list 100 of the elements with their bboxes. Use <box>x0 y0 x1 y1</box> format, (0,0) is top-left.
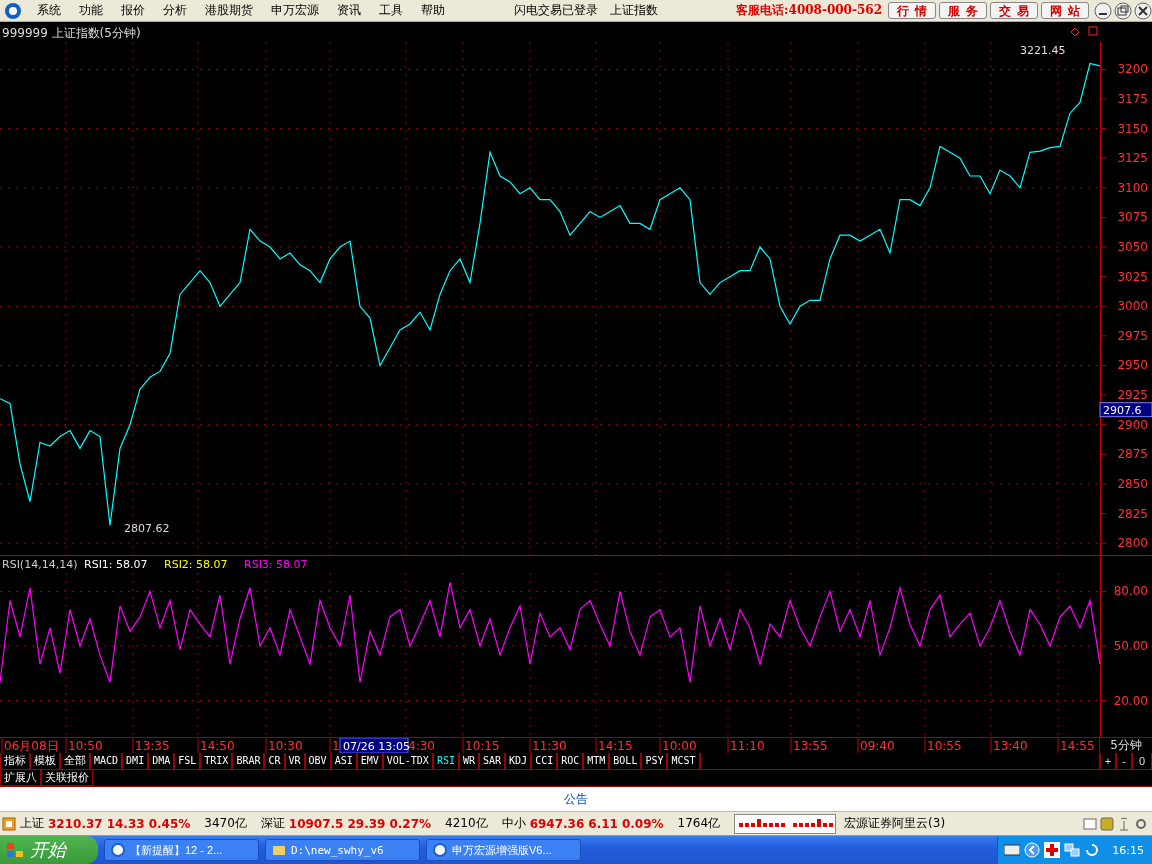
menu-item[interactable]: 帮助 <box>412 2 454 19</box>
taskbar-button[interactable]: D:\new_swhy_v6 <box>265 839 420 861</box>
indicator-tab[interactable]: TRIX <box>200 753 233 770</box>
indicator-value: RSI1: 58.07 <box>84 558 148 571</box>
y-tick-label: 3200 <box>1117 62 1148 77</box>
network-icon[interactable] <box>1064 842 1081 858</box>
indicator-tab[interactable]: 指标 <box>0 753 30 770</box>
menu-item[interactable]: 报价 <box>112 2 154 19</box>
y-tick-label: 2850 <box>1117 476 1148 491</box>
app-icon <box>433 843 447 857</box>
signal-icon[interactable] <box>1117 816 1131 831</box>
medical-cross-icon[interactable] <box>1044 842 1061 858</box>
y-tick-label: 3000 <box>1117 299 1148 314</box>
market-change: 29.39 <box>347 816 386 831</box>
indicator-tab[interactable]: FSL <box>174 753 201 770</box>
indicator-tab[interactable]: PSY <box>641 753 668 770</box>
y-tick: 3150 <box>1100 121 1148 136</box>
menu-item[interactable]: 资讯 <box>328 2 370 19</box>
indicator-tab[interactable]: BRAR <box>232 753 265 770</box>
time-label: 10:15 <box>462 738 500 753</box>
indicator-tab[interactable]: RSI <box>432 753 459 770</box>
broker-name: 宏源证券阿里云(3) <box>844 815 946 832</box>
indicator-tab[interactable]: VOL-TDX <box>382 753 433 770</box>
y-tick: 3050 <box>1100 240 1148 255</box>
y-tick-label: 80.00 <box>1113 584 1148 599</box>
time-label: 14:55 <box>1057 738 1095 753</box>
indicator-tab[interactable]: ASI <box>330 753 357 770</box>
taskbar-button[interactable]: 【新提醒】12 - 2... <box>104 839 259 861</box>
time-label: 1 <box>329 738 340 753</box>
y-tick-label: 50.00 <box>1113 639 1148 653</box>
y-tick-label: 3050 <box>1117 240 1148 255</box>
cursor-time-label: 07/26 13:05 <box>339 738 410 753</box>
menu-item[interactable]: 系统 <box>28 2 70 19</box>
zoom-button[interactable]: + <box>1100 753 1116 770</box>
indicator-tab[interactable]: MTM <box>583 753 610 770</box>
taskbar-button[interactable]: 申万宏源增强版V6... <box>426 839 581 861</box>
indicator-tab[interactable]: KDJ <box>505 753 532 770</box>
extra-tab[interactable]: 扩展八 <box>0 770 41 786</box>
y-tick-label: 3175 <box>1117 91 1148 106</box>
menu-item[interactable]: 工具 <box>370 2 412 19</box>
restore-button[interactable] <box>1114 1 1132 20</box>
indicator-tab[interactable]: 模板 <box>30 753 60 770</box>
y-tick: 2900 <box>1100 417 1148 432</box>
indicator-tab[interactable]: MACD <box>90 753 123 770</box>
y-tick-label: 3100 <box>1117 180 1148 195</box>
indicator-tab[interactable]: DMA <box>148 753 175 770</box>
y-tick: 3100 <box>1100 180 1148 195</box>
y-tick: 2875 <box>1100 447 1148 462</box>
extra-tab[interactable]: 关联报价 <box>41 770 93 786</box>
market-volume: 4210亿 <box>445 815 488 832</box>
menu-item[interactable]: 港股期货 <box>196 2 262 19</box>
y-tick-label: 2975 <box>1117 328 1148 343</box>
menu-item[interactable]: 功能 <box>70 2 112 19</box>
indicator-value: RSI3: 58.07 <box>244 558 308 571</box>
menu-item[interactable]: 分析 <box>154 2 196 19</box>
time-label: 13:55 <box>790 738 828 753</box>
shortcut-button[interactable]: 交易 <box>990 2 1038 19</box>
time-label: 14:50 <box>197 738 235 753</box>
chevron-icon[interactable] <box>1024 842 1041 858</box>
menu-item[interactable]: 申万宏源 <box>262 2 328 19</box>
indicator-tab[interactable]: 全部 <box>60 753 90 770</box>
indicator-tab[interactable]: OBV <box>304 753 331 770</box>
indicator-params: RSI(14,14,14) <box>2 558 78 571</box>
high-label: 3221.45 <box>1020 43 1066 57</box>
low-label: 2807.62 <box>124 522 170 536</box>
index-name: 上证指数 <box>610 2 658 19</box>
y-tick: 80.00 <box>1100 584 1148 599</box>
time-label: 10:30 <box>265 738 303 753</box>
time-label: 09:40 <box>857 738 895 753</box>
market-percent: 0.45% <box>148 816 191 831</box>
corner-icon <box>1070 26 1098 37</box>
indicator-tab[interactable]: CR <box>264 753 285 770</box>
y-tick: 2850 <box>1100 476 1148 491</box>
time-label: 13:35 <box>132 738 170 753</box>
indicator-tab[interactable]: SAR <box>479 753 506 770</box>
login-status: 闪电交易已登录 <box>514 2 598 19</box>
y-tick: 50.00 <box>1100 639 1148 653</box>
indicator-tab[interactable]: EMV <box>356 753 383 770</box>
y-tick: 2800 <box>1100 536 1148 551</box>
shortcut-button[interactable]: 网站 <box>1041 2 1089 19</box>
zoom-button[interactable]: - <box>1116 753 1132 770</box>
indicator-tab[interactable]: ROC <box>557 753 584 770</box>
minimize-button[interactable] <box>1094 1 1112 20</box>
y-tick-label: 2900 <box>1117 417 1148 432</box>
y-tick: 20.00 <box>1100 693 1148 708</box>
y-tick-label: 2825 <box>1117 506 1148 521</box>
shortcut-button[interactable]: 行情 <box>888 2 936 19</box>
y-tick: 2975 <box>1100 328 1148 343</box>
zoom-button[interactable]: 0 <box>1132 753 1152 770</box>
indicator-tab[interactable]: BOLL <box>609 753 642 770</box>
indicator-tab[interactable]: DMI <box>122 753 149 770</box>
notice-link[interactable]: 公告 <box>564 790 588 808</box>
indicator-tab[interactable]: CCI <box>531 753 558 770</box>
indicator-tab[interactable]: MCST <box>667 753 700 770</box>
shortcut-button[interactable]: 服务 <box>939 2 987 19</box>
close-button[interactable] <box>1134 1 1152 20</box>
refresh-icon[interactable] <box>1084 842 1101 858</box>
market-percent: 0.27% <box>389 816 432 831</box>
keyboard-icon[interactable] <box>1004 844 1021 856</box>
y-tick-label: 3150 <box>1117 121 1148 136</box>
